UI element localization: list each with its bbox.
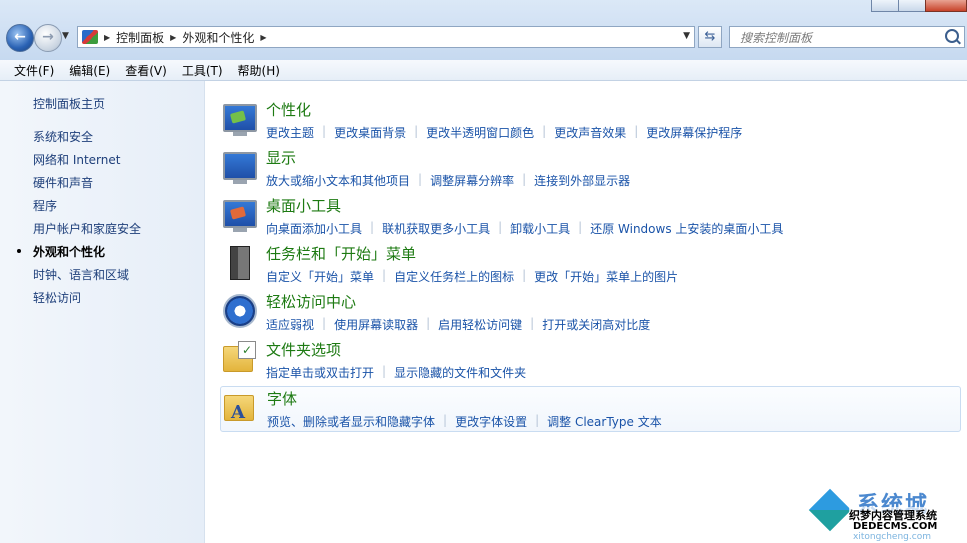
- task-link[interactable]: 连接到外部显示器: [534, 172, 630, 189]
- back-arrow-icon: ←: [14, 29, 26, 45]
- display-icon[interactable]: [223, 152, 257, 184]
- task-link[interactable]: 更改主题: [266, 124, 314, 141]
- task-link[interactable]: 放大或缩小文本和其他项目: [266, 172, 410, 189]
- sidebar-item-clock-language[interactable]: 时钟、语言和区域: [33, 266, 129, 283]
- forward-button[interactable]: →: [34, 24, 62, 52]
- task-link[interactable]: 调整 ClearType 文本: [547, 413, 662, 430]
- navigation-bar: ← → ▼ ▶ 控制面板 ▶ 外观和个性化 ▶ ▼ ⇆: [0, 0, 967, 61]
- sidebar-item-appearance: 外观和个性化: [33, 245, 106, 259]
- sidebar-item-system-security[interactable]: 系统和安全: [33, 128, 93, 145]
- task-link[interactable]: 更改屏幕保护程序: [646, 124, 742, 141]
- task-link[interactable]: 调整屏幕分辨率: [430, 172, 514, 189]
- menu-help[interactable]: 帮助(H): [238, 62, 280, 79]
- breadcrumb-chevron-icon[interactable]: ▶: [260, 33, 266, 42]
- address-dropdown-icon[interactable]: ▼: [683, 31, 690, 41]
- control-panel-icon: [82, 30, 98, 44]
- task-link[interactable]: 更改桌面背景: [334, 124, 406, 141]
- address-bar[interactable]: ▶ 控制面板 ▶ 外观和个性化 ▶ ▼: [77, 26, 695, 48]
- task-link[interactable]: 启用轻松访问键: [438, 316, 522, 333]
- watermark-line3: xitongcheng.com: [853, 532, 931, 542]
- task-link[interactable]: 指定单击或双击打开: [266, 364, 374, 381]
- task-link[interactable]: 更改半透明窗口颜色: [426, 124, 534, 141]
- taskbar-icon[interactable]: [230, 246, 250, 280]
- gadgets-icon[interactable]: [223, 200, 257, 232]
- category-title[interactable]: 任务栏和「开始」菜单: [266, 243, 416, 264]
- folder-options-icon[interactable]: ✓: [223, 341, 256, 372]
- personalization-icon[interactable]: [223, 104, 257, 136]
- task-link[interactable]: 向桌面添加小工具: [266, 220, 362, 237]
- search-icon[interactable]: [945, 29, 959, 43]
- maximize-button[interactable]: [898, 0, 926, 12]
- letter-a-icon: A: [231, 402, 245, 423]
- category-title[interactable]: 桌面小工具: [266, 195, 341, 216]
- search-box[interactable]: [729, 26, 965, 48]
- watermark-logo-icon: [808, 488, 852, 532]
- task-link[interactable]: 显示隐藏的文件和文件夹: [394, 364, 526, 381]
- menu-edit[interactable]: 编辑(E): [69, 62, 110, 79]
- category-taskbar: 任务栏和「开始」菜单 自定义「开始」菜单 | 自定义任务栏上的图标 | 更改「开始」…: [220, 242, 961, 288]
- refresh-button[interactable]: ⇆: [698, 26, 722, 48]
- checkmark-icon: ✓: [238, 341, 256, 359]
- sidebar-home-link[interactable]: 控制面板主页: [33, 95, 105, 112]
- sidebar-item-user-accounts[interactable]: 用户帐户和家庭安全: [33, 220, 141, 237]
- breadcrumb-control-panel[interactable]: 控制面板: [116, 29, 164, 46]
- task-link[interactable]: 预览、删除或者显示和隐藏字体: [267, 413, 435, 430]
- category-display: 显示 放大或缩小文本和其他项目 | 调整屏幕分辨率 | 连接到外部显示器: [220, 146, 961, 192]
- current-item-bullet-icon: [17, 249, 21, 253]
- menu-tools[interactable]: 工具(T): [182, 62, 223, 79]
- left-navigation-pane: 控制面板主页 系统和安全 网络和 Internet 硬件和声音 程序 用户帐户和…: [0, 81, 205, 543]
- category-gadgets: 桌面小工具 向桌面添加小工具 | 联机获取更多小工具 | 卸载小工具 | 还原 Win…: [220, 194, 961, 240]
- ease-of-access-icon[interactable]: [223, 294, 257, 328]
- category-title[interactable]: 文件夹选项: [266, 339, 341, 360]
- category-title[interactable]: 显示: [266, 147, 296, 168]
- task-link[interactable]: 还原 Windows 上安装的桌面小工具: [590, 220, 783, 237]
- task-link[interactable]: 打开或关闭高对比度: [542, 316, 650, 333]
- sidebar-item-programs[interactable]: 程序: [33, 197, 57, 214]
- category-title[interactable]: 轻松访问中心: [266, 291, 356, 312]
- task-link[interactable]: 更改字体设置: [455, 413, 527, 430]
- task-link[interactable]: 联机获取更多小工具: [382, 220, 490, 237]
- minimize-button[interactable]: [871, 0, 899, 12]
- forward-arrow-icon: →: [42, 29, 54, 45]
- menu-view[interactable]: 查看(V): [125, 62, 167, 79]
- recent-pages-dropdown[interactable]: ▼: [62, 31, 69, 41]
- task-link[interactable]: 使用屏幕读取器: [334, 316, 418, 333]
- task-link[interactable]: 更改「开始」菜单上的图片: [534, 268, 678, 285]
- breadcrumb-chevron-icon[interactable]: ▶: [104, 33, 110, 42]
- category-title[interactable]: 字体: [267, 388, 297, 409]
- category-folder-options: ✓ 文件夹选项 指定单击或双击打开 | 显示隐藏的文件和文件夹: [220, 338, 961, 384]
- back-button[interactable]: ←: [6, 24, 34, 52]
- window-caption-buttons: [871, 0, 967, 12]
- refresh-icon: ⇆: [704, 29, 716, 44]
- close-button[interactable]: [925, 0, 967, 12]
- task-link[interactable]: 自定义「开始」菜单: [266, 268, 374, 285]
- sidebar-item-ease-of-access[interactable]: 轻松访问: [33, 289, 81, 306]
- task-link[interactable]: 更改声音效果: [554, 124, 626, 141]
- sidebar-item-hardware-sound[interactable]: 硬件和声音: [33, 174, 93, 191]
- watermark: 系统城 织梦内容管理系统 DEDECMS.COM xitongcheng.com: [808, 488, 961, 542]
- task-link[interactable]: 自定义任务栏上的图标: [394, 268, 514, 285]
- menu-file[interactable]: 文件(F): [14, 62, 54, 79]
- task-link[interactable]: 适应弱视: [266, 316, 314, 333]
- category-personalization: 个性化 更改主题 | 更改桌面背景 | 更改半透明窗口颜色 | 更改声音效果 | 更改屏…: [220, 98, 961, 144]
- breadcrumb-chevron-icon[interactable]: ▶: [170, 33, 176, 42]
- watermark-line2: DEDECMS.COM: [853, 521, 938, 532]
- category-title[interactable]: 个性化: [266, 99, 311, 120]
- fonts-icon[interactable]: A: [224, 395, 254, 423]
- breadcrumb-appearance[interactable]: 外观和个性化: [182, 29, 254, 46]
- sidebar-item-network[interactable]: 网络和 Internet: [33, 151, 120, 168]
- task-link[interactable]: 卸载小工具: [510, 220, 570, 237]
- menu-bar: 文件(F) 编辑(E) 查看(V) 工具(T) 帮助(H): [0, 60, 967, 81]
- category-ease-of-access: 轻松访问中心 适应弱视 | 使用屏幕读取器 | 启用轻松访问键 | 打开或关闭高对比度: [220, 290, 961, 336]
- category-fonts: A 字体 预览、删除或者显示和隐藏字体 | 更改字体设置 | 调整 ClearTyp…: [220, 386, 961, 432]
- search-input[interactable]: [738, 28, 942, 48]
